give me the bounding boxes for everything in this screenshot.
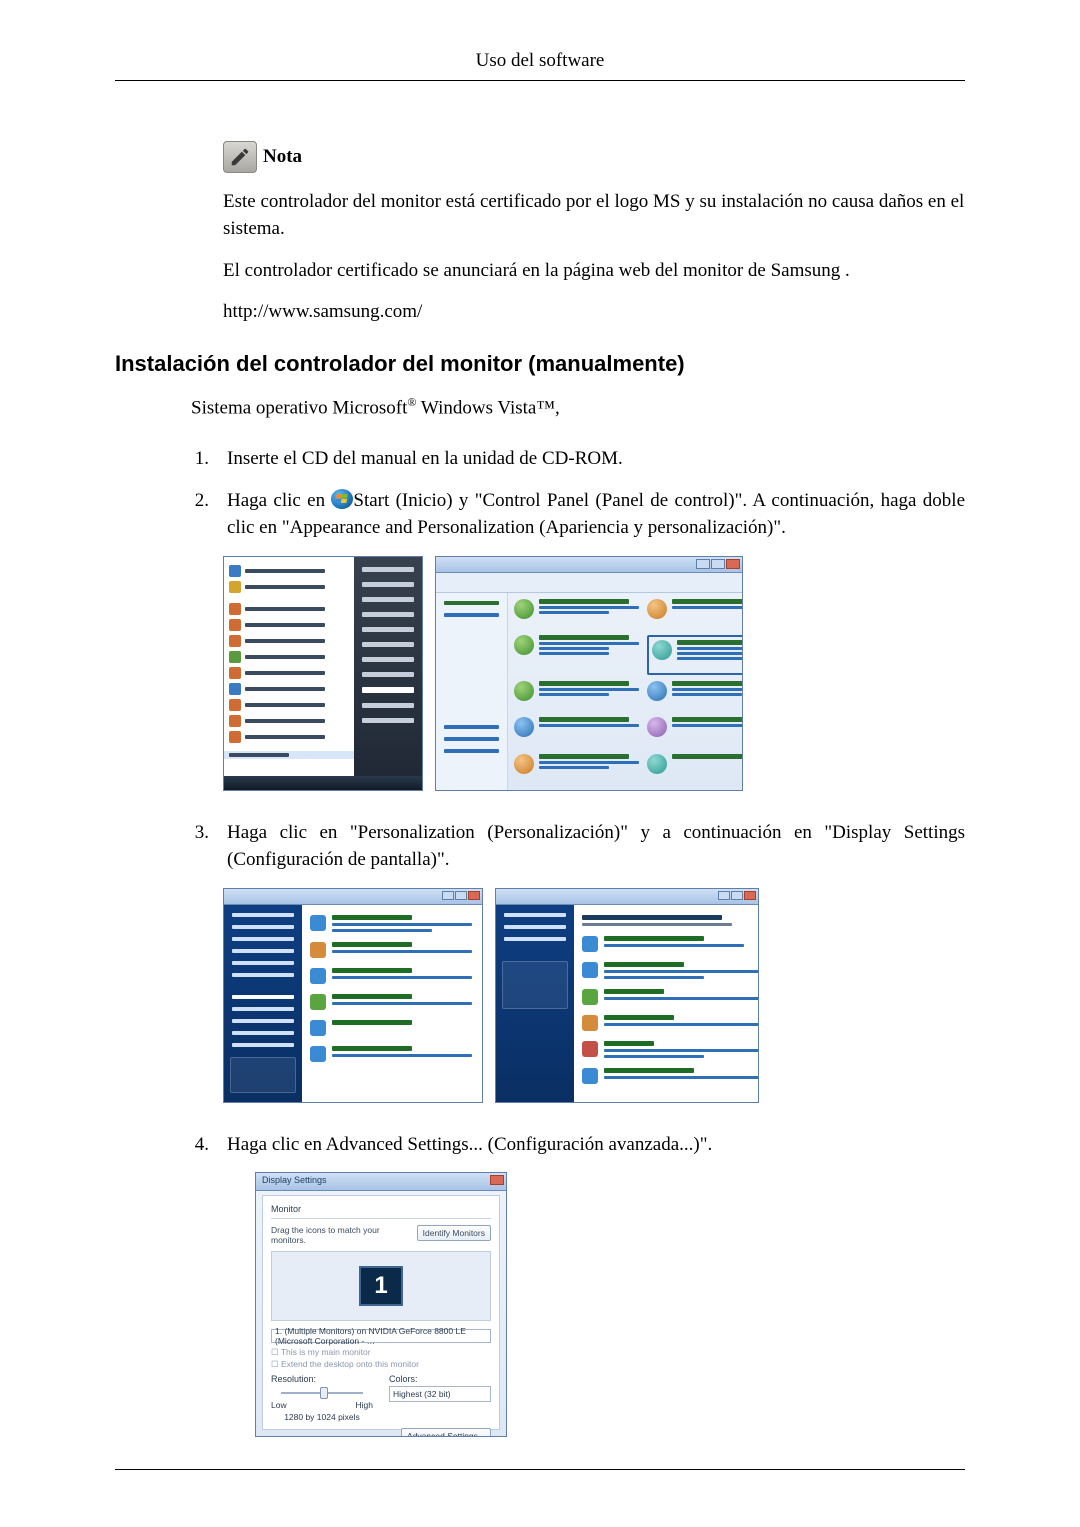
note-paragraph-1: Este controlador del monitor está certif… xyxy=(223,189,965,242)
step-3: 3. Haga clic en "Personalization (Person… xyxy=(191,819,965,874)
step-text: Haga clic en Advanced Settings... (Confi… xyxy=(227,1131,965,1159)
step-number: 2. xyxy=(191,487,209,542)
step-2: 2. Haga clic en Start (Inicio) y "Contro… xyxy=(191,487,965,542)
slider-high: High xyxy=(356,1400,373,1410)
colors-group: Colors: Highest (32 bit) xyxy=(389,1374,491,1422)
cp-sidebar xyxy=(436,593,508,790)
step-text: Inserte el CD del manual en la unidad de… xyxy=(227,445,965,473)
section-heading: Instalación del controlador del monitor … xyxy=(115,351,965,377)
advanced-settings-button: Advanced Settings... xyxy=(401,1428,491,1437)
screenshot-personalization-panel xyxy=(495,888,759,1103)
resolution-label: Resolution: xyxy=(271,1374,373,1384)
step-number: 1. xyxy=(191,445,209,473)
device-dropdown: 1. (Multiple Monitors) on NVIDIA GeForce… xyxy=(271,1329,491,1343)
pencil-note-icon xyxy=(223,141,257,173)
sys-pre: Sistema operativo Microsoft xyxy=(191,397,407,418)
panel-sidebar xyxy=(224,905,302,1102)
step-text: Haga clic en "Personalization (Personali… xyxy=(227,819,965,874)
windows-start-icon xyxy=(331,489,353,509)
dialog-tab: Monitor xyxy=(271,1202,491,1219)
steps-list-4: 4. Haga clic en Advanced Settings... (Co… xyxy=(191,1131,965,1159)
help-link: How do I get the best display? xyxy=(271,1434,385,1437)
screenshot-row-1 xyxy=(223,556,965,791)
samsung-url: http://www.samsung.com/ xyxy=(223,301,965,323)
document-page: Uso del software Nota Este controlador d… xyxy=(0,0,1080,1510)
dialog-hint: Drag the icons to match your monitors. xyxy=(271,1225,411,1245)
resolution-value: 1280 by 1024 pixels xyxy=(271,1412,373,1422)
steps-list: 1. Inserte el CD del manual en la unidad… xyxy=(191,445,965,542)
slider-low: Low xyxy=(271,1400,287,1410)
start-menu-right xyxy=(354,557,422,790)
note-heading: Nota xyxy=(223,141,965,173)
identify-monitors-button: Identify Monitors xyxy=(417,1225,491,1241)
screenshot-row-2 xyxy=(223,888,965,1103)
system-line: Sistema operativo Microsoft® Windows Vis… xyxy=(191,395,965,419)
header-rule xyxy=(115,80,965,81)
note-label: Nota xyxy=(263,146,302,168)
note-paragraph-2: El controlador certificado se anunciará … xyxy=(223,258,965,285)
note-block: Nota Este controlador del monitor está c… xyxy=(223,141,965,323)
step-1: 1. Inserte el CD del manual en la unidad… xyxy=(191,445,965,473)
step-4: 4. Haga clic en Advanced Settings... (Co… xyxy=(191,1131,965,1159)
page-header-title: Uso del software xyxy=(115,50,965,72)
taskbar xyxy=(224,776,422,790)
close-icon xyxy=(490,1175,504,1185)
screenshot-control-panel xyxy=(435,556,743,791)
step-number: 3. xyxy=(191,819,209,874)
window-titlebar xyxy=(436,557,742,573)
resolution-group: Resolution: Low High 1280 by 1024 pixels xyxy=(271,1374,373,1422)
dialog-title: Display Settings xyxy=(262,1175,327,1185)
step-number: 4. xyxy=(191,1131,209,1159)
monitor-icon: 1 xyxy=(359,1266,403,1306)
dialog-hint-row: Drag the icons to match your monitors. I… xyxy=(271,1225,491,1245)
start-menu-left xyxy=(224,557,356,790)
screenshot-appearance-panel xyxy=(223,888,483,1103)
panel-sidebar xyxy=(496,905,574,1102)
dialog-body: Monitor Drag the icons to match your mon… xyxy=(262,1195,500,1430)
step-text: Haga clic en Start (Inicio) y "Control P… xyxy=(227,487,965,542)
screenshot-display-settings: Display Settings Monitor Drag the icons … xyxy=(255,1172,507,1437)
dialog-titlebar: Display Settings xyxy=(256,1173,506,1191)
step-2-pre: Haga clic en xyxy=(227,490,331,511)
address-bar xyxy=(436,573,742,593)
colors-dropdown: Highest (32 bit) xyxy=(389,1386,491,1402)
resolution-slider xyxy=(271,1386,373,1400)
monitor-preview: 1 xyxy=(271,1251,491,1321)
checkbox-extend-desktop: ☐ Extend the desktop onto this monitor xyxy=(271,1359,491,1370)
cp-categories xyxy=(514,599,736,784)
appearance-personalization-link xyxy=(647,635,743,675)
colors-label: Colors: xyxy=(389,1374,491,1384)
footer-rule xyxy=(115,1469,965,1470)
sys-mid: Windows Vista™, xyxy=(416,397,559,418)
checkbox-main-monitor: ☐ This is my main monitor xyxy=(271,1347,491,1358)
panel-main xyxy=(574,905,758,1102)
steps-list-3: 3. Haga clic en "Personalization (Person… xyxy=(191,819,965,874)
screenshot-start-menu xyxy=(223,556,423,791)
panel-main xyxy=(302,905,482,1102)
screenshot-row-3: Display Settings Monitor Drag the icons … xyxy=(255,1172,965,1437)
